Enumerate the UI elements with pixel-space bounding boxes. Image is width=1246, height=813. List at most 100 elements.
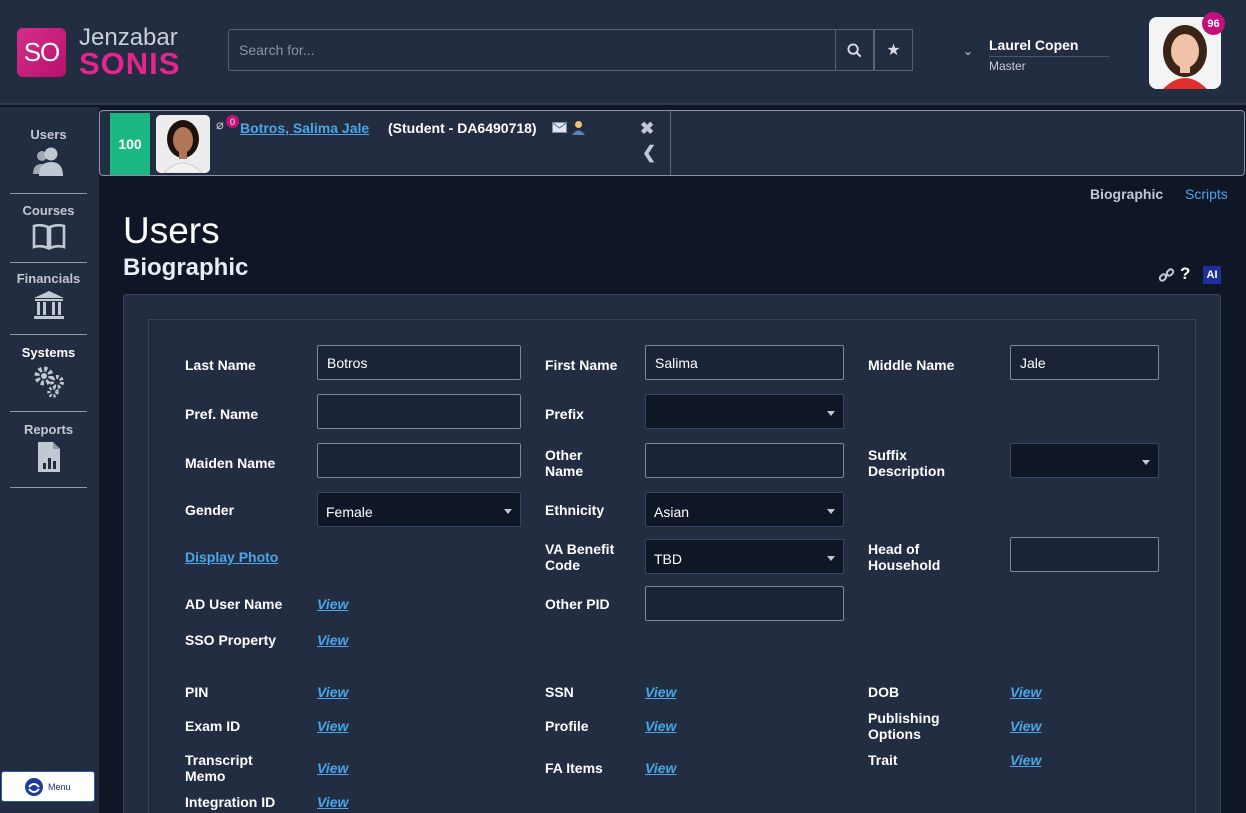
tab-scripts[interactable]: Scripts <box>1185 186 1228 202</box>
sidebar-item-users[interactable]: Users <box>10 127 87 194</box>
sidebar-item-label: Systems <box>21 345 76 360</box>
caret-down-icon <box>827 556 835 561</box>
star-icon: ★ <box>886 42 901 59</box>
ad-user-name-view-link[interactable]: View <box>317 596 348 612</box>
close-icon[interactable]: ✖ <box>640 119 654 139</box>
user-name[interactable]: Laurel Copen <box>989 37 1078 53</box>
pref-name-input[interactable] <box>317 394 521 429</box>
trait-label: Trait <box>868 752 898 768</box>
ssn-view-link[interactable]: View <box>645 684 676 700</box>
divider <box>989 56 1109 57</box>
profile-label: Profile <box>545 718 589 734</box>
chevron-left-icon[interactable]: ❮ <box>642 143 656 163</box>
first-name-label: First Name <box>545 357 618 373</box>
top-header: SO Jenzabar SONIS ★ ⌄ Laurel Copen Maste… <box>0 0 1246 105</box>
head-of-household-input[interactable] <box>1010 537 1159 572</box>
prefix-select[interactable] <box>645 394 844 429</box>
pref-name-label: Pref. Name <box>185 406 259 422</box>
sidebar-item-reports[interactable]: Reports <box>10 422 87 488</box>
sonis-logo-mark[interactable]: SO <box>17 28 66 77</box>
sso-property-view-link[interactable]: View <box>317 632 348 648</box>
favorites-button[interactable]: ★ <box>874 29 913 71</box>
suffix-label: Suffix Description <box>868 447 946 479</box>
caret-down-icon <box>504 509 512 514</box>
users-icon <box>32 147 63 176</box>
sidebar-item-label: Financials <box>16 271 81 286</box>
user-role: Master <box>989 59 1026 73</box>
ssn-label: SSN <box>545 684 574 700</box>
prefix-label: Prefix <box>545 406 584 422</box>
pin-view-link[interactable]: View <box>317 684 348 700</box>
profile-view-link[interactable]: View <box>645 718 676 734</box>
ethnicity-select[interactable]: Asian <box>645 492 844 527</box>
menu-button[interactable]: Menu <box>1 771 95 802</box>
student-score: 100 <box>110 113 150 175</box>
notification-badge[interactable]: 96 <box>1202 12 1225 35</box>
person-icon[interactable] <box>571 120 586 135</box>
display-photo-link[interactable]: Display Photo <box>185 549 278 565</box>
sidebar-item-label: Users <box>30 127 67 142</box>
transcript-memo-view-link[interactable]: View <box>317 760 348 776</box>
student-photo[interactable] <box>156 115 210 173</box>
pin-label: PIN <box>185 684 209 700</box>
head-of-household-label: Head of Household <box>868 541 941 573</box>
publishing-options-view-link[interactable]: View <box>1010 718 1041 734</box>
search-icon <box>847 42 862 57</box>
email-icon[interactable] <box>552 122 567 133</box>
last-name-input[interactable]: Botros <box>317 345 521 380</box>
maiden-name-input[interactable] <box>317 443 521 478</box>
book-icon <box>32 223 65 250</box>
gender-value: Female <box>326 503 373 520</box>
ai-button[interactable]: AI <box>1203 266 1221 284</box>
va-benefit-label: VA Benefit Code <box>545 541 615 573</box>
trait-view-link[interactable]: View <box>1010 752 1041 768</box>
chevron-down-icon[interactable]: ⌄ <box>963 44 973 58</box>
student-context-bar: 100 ⌀ 0 Botros, Salima Jale (Student - D… <box>99 110 1245 176</box>
sidebar-item-systems[interactable]: Systems <box>10 345 87 412</box>
page-title: Users <box>123 210 220 251</box>
dob-view-link[interactable]: View <box>1010 684 1041 700</box>
gears-icon <box>34 366 64 398</box>
middle-name-input[interactable]: Jale <box>1010 345 1159 380</box>
tab-biographic[interactable]: Biographic <box>1090 186 1163 202</box>
dob-label: DOB <box>868 684 900 700</box>
sidebar-item-courses[interactable]: Courses <box>10 203 87 263</box>
ethnicity-label: Ethnicity <box>545 502 605 518</box>
fa-items-view-link[interactable]: View <box>645 760 676 776</box>
search-button[interactable] <box>835 29 874 71</box>
sso-property-label: SSO Property <box>185 632 277 648</box>
sidebar: Users Courses Financials Systems Reports <box>0 107 99 813</box>
ad-user-name-label: AD User Name <box>185 596 283 612</box>
sidebar-item-label: Courses <box>22 203 75 218</box>
other-name-input[interactable] <box>645 443 844 478</box>
suffix-select[interactable] <box>1010 443 1159 478</box>
publishing-options-label: Publishing Options <box>868 710 940 742</box>
sidebar-item-financials[interactable]: Financials <box>10 271 87 335</box>
first-name-input[interactable]: Salima <box>645 345 844 380</box>
report-icon <box>37 442 60 472</box>
middle-name-label: Middle Name <box>868 357 955 373</box>
exam-id-view-link[interactable]: View <box>317 718 348 734</box>
va-benefit-select[interactable]: TBD <box>645 539 844 574</box>
integration-id-view-link[interactable]: View <box>317 794 348 810</box>
bank-icon <box>33 291 64 319</box>
gender-select[interactable]: Female <box>317 492 521 527</box>
menu-label: Menu <box>48 781 71 792</box>
gender-label: Gender <box>185 502 235 518</box>
student-id: (Student - DA6490718) <box>388 120 537 136</box>
attachment-badge[interactable]: 0 <box>226 115 239 128</box>
transcript-memo-label: Transcript Memo <box>185 752 253 784</box>
attachment-icon[interactable]: ⌀ <box>216 117 224 133</box>
caret-down-icon <box>1142 460 1150 465</box>
va-benefit-value: TBD <box>654 550 682 567</box>
link-icon[interactable] <box>1158 267 1175 284</box>
divider <box>670 111 671 175</box>
student-name-link[interactable]: Botros, Salima Jale <box>240 120 369 136</box>
search-input[interactable] <box>228 29 836 71</box>
sidebar-item-label: Reports <box>23 422 74 437</box>
caret-down-icon <box>827 411 835 416</box>
logo-product-text: SONIS <box>79 46 181 81</box>
other-pid-input[interactable] <box>645 586 844 621</box>
help-icon[interactable]: ? <box>1180 264 1190 284</box>
maiden-name-label: Maiden Name <box>185 455 276 471</box>
